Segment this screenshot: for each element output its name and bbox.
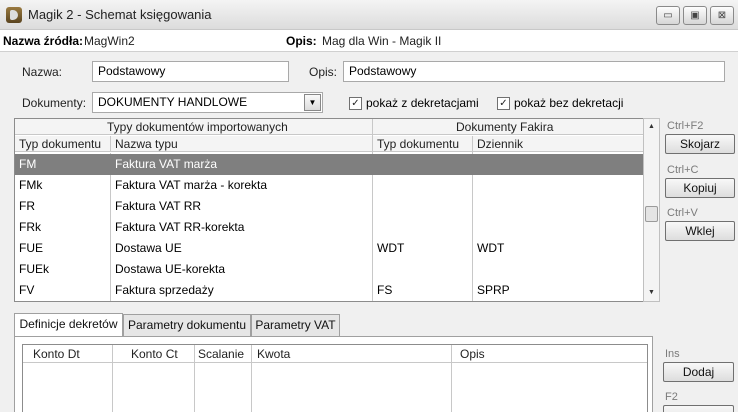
tab-parametry-dokumentu[interactable]: Parametry dokumentu [123,314,251,336]
dekrety-column-header: Konto Dt Konto Ct Scalanie Kwota Opis [23,345,647,363]
column-divider [251,345,252,412]
checkbox-checked-icon[interactable]: ✓ [349,97,362,111]
grid-vertical-scrollbar[interactable]: ▲ ▼ [643,118,660,302]
document-types-grid: Typy dokumentów importowanych Dokumenty … [14,118,644,302]
dekrety-grid: Konto Dt Konto Ct Scalanie Kwota Opis [22,344,648,412]
table-row[interactable]: FM Faktura VAT marża [15,154,643,175]
cell-fakir-typ: WDT [377,241,405,255]
close-button[interactable]: ⊠ [710,6,734,25]
shortcut-label: F2 [665,391,678,403]
scroll-thumb[interactable] [645,206,658,222]
checkbox-checked-icon[interactable]: ✓ [497,97,510,111]
magik-app-icon [6,7,22,23]
column-header-scalanie[interactable]: Scalanie [198,347,244,361]
grid-group-header: Typy dokumentów importowanych Dokumenty … [15,119,643,135]
group-header-imported: Typy dokumentów importowanych [107,120,288,134]
column-header-konto-dt[interactable]: Konto Dt [33,347,80,361]
column-header-typ[interactable]: Typ dokumentu [19,137,101,151]
tab-definicje-dekretow[interactable]: Definicje dekretów [14,313,123,336]
cell-dziennik: WDT [477,241,505,255]
cell-typ: FM [19,157,37,171]
maximize-button[interactable]: ▣ [683,6,707,25]
cell-nazwa: Faktura VAT marża [115,157,218,171]
cell-nazwa: Dostawa UE-korekta [115,262,226,276]
cell-typ: FUEk [19,262,49,276]
shortcut-label: Ins [665,348,680,360]
column-header-kwota[interactable]: Kwota [257,347,290,361]
source-name-value: MagWin2 [84,34,135,48]
table-row[interactable]: FV Faktura sprzedaży FS SPRP [15,280,643,301]
cell-typ: FMk [19,178,43,192]
checkbox-label: pokaż bez dekretacji [514,96,624,110]
column-header-opis[interactable]: Opis [460,347,485,361]
nazwa-label: Nazwa: [22,65,63,79]
cell-typ: FV [19,283,35,297]
window-title: Magik 2 - Schemat księgowania [28,7,212,22]
shortcut-label: Ctrl+C [667,164,699,176]
cell-nazwa: Faktura VAT marża - korekta [115,178,268,192]
edit-button[interactable] [663,405,734,412]
dokumenty-select[interactable]: DOKUMENTY HANDLOWE ▼ [92,92,323,113]
wklej-button[interactable]: Wklej [665,221,735,241]
source-desc-label: Opis: [286,34,317,48]
table-row[interactable]: FUEk Dostawa UE-korekta [15,259,643,280]
schemat-ksiegowania-window: Magik 2 - Schemat księgowania ▭ ▣ ⊠ Nazw… [0,0,738,412]
cell-dziennik: SPRP [477,283,510,297]
opis-input[interactable]: Podstawowy [343,61,725,82]
cell-typ: FUE [19,241,43,255]
scroll-down-icon[interactable]: ▼ [644,285,659,301]
nazwa-input[interactable]: Podstawowy [92,61,289,82]
table-row[interactable]: FR Faktura VAT RR [15,196,643,217]
column-header-dziennik[interactable]: Dziennik [477,137,523,151]
shortcut-label: Ctrl+F2 [667,120,704,132]
checkbox-pokaz-z-dekretacjami[interactable]: ✓ pokaż z dekretacjami [349,96,479,111]
minimize-button[interactable]: ▭ [656,6,680,25]
source-name-label: Nazwa źródła: [3,34,84,48]
column-header-nazwa[interactable]: Nazwa typu [115,137,178,151]
cell-fakir-typ: FS [377,283,393,297]
column-divider [194,345,195,412]
cell-nazwa: Faktura sprzedaży [115,283,214,297]
kopiuj-button[interactable]: Kopiuj [665,178,735,198]
scroll-up-icon[interactable]: ▲ [644,119,659,135]
grid-column-header: Typ dokumentu Nazwa typu Typ dokumentu D… [15,136,643,152]
checkbox-pokaz-bez-dekretacji[interactable]: ✓ pokaż bez dekretacji [497,96,624,111]
title-bar: Magik 2 - Schemat księgowania ▭ ▣ ⊠ [0,0,738,30]
source-info-bar: Nazwa źródła: MagWin2 Opis: Mag dla Win … [0,30,738,52]
opis-label: Opis: [309,65,338,79]
checkbox-label: pokaż z dekretacjami [366,96,479,110]
cell-typ: FRk [19,220,41,234]
header-divider [110,136,111,152]
chevron-down-icon[interactable]: ▼ [304,94,321,111]
tab-parametry-vat[interactable]: Parametry VAT [251,314,340,336]
table-row[interactable]: FUE Dostawa UE WDT WDT [15,238,643,259]
cell-typ: FR [19,199,35,213]
shortcut-label: Ctrl+V [667,207,698,219]
group-header-fakir: Dokumenty Fakira [456,120,554,134]
cell-nazwa: Faktura VAT RR-korekta [115,220,245,234]
dokumenty-label: Dokumenty: [22,96,87,110]
cell-nazwa: Faktura VAT RR [115,199,202,213]
table-row[interactable]: FMk Faktura VAT marża - korekta [15,175,643,196]
column-header-fakir-typ[interactable]: Typ dokumentu [377,137,459,151]
column-divider [451,345,452,412]
skojarz-button[interactable]: Skojarz [665,134,735,154]
cell-nazwa: Dostawa UE [115,241,182,255]
table-row[interactable]: FRk Faktura VAT RR-korekta [15,217,643,238]
column-header-konto-ct[interactable]: Konto Ct [131,347,178,361]
source-desc-value: Mag dla Win - Magik II [322,34,442,48]
dokumenty-select-value: DOKUMENTY HANDLOWE [98,95,248,109]
column-divider [112,345,113,412]
dodaj-button[interactable]: Dodaj [663,362,734,382]
